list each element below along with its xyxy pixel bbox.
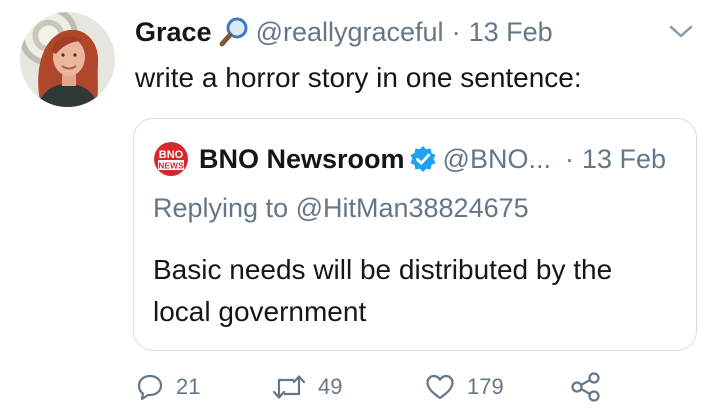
quote-author-handle[interactable]: @BNO... <box>443 142 551 176</box>
quote-text: Basic needs will be distributed by the l… <box>153 254 613 327</box>
quote-header: BNO NEWS BNO Newsroom @BNO... · 13 Feb <box>153 141 666 177</box>
search-icon <box>218 15 252 49</box>
replying-to[interactable]: Replying to @HitMan38824675 <box>153 191 529 225</box>
avatar[interactable] <box>20 12 115 107</box>
bno-logo-icon: BNO NEWS <box>154 142 188 176</box>
quote-author-name[interactable]: BNO Newsroom <box>199 142 405 176</box>
bno-logo-text-bottom: NEWS <box>158 161 184 171</box>
verified-badge-icon <box>410 146 436 172</box>
quote-separator-dot: · <box>564 144 574 174</box>
retweet-icon <box>272 375 306 399</box>
avatar-image <box>38 30 99 107</box>
reply-count: 21 <box>176 374 201 399</box>
reply-button[interactable]: 21 <box>136 370 200 404</box>
author-name[interactable]: Grace <box>135 14 212 50</box>
tweet-text: write a horror story in one sentence: <box>135 62 582 93</box>
like-button[interactable]: 179 <box>425 370 504 404</box>
author-handle[interactable]: @reallygraceful <box>256 14 444 50</box>
retweet-button[interactable]: 49 <box>272 370 342 404</box>
retweet-count: 49 <box>318 374 343 399</box>
bno-logo-text-top: BNO <box>159 149 184 161</box>
reply-icon <box>137 374 163 401</box>
like-count: 179 <box>467 374 504 399</box>
share-icon <box>571 372 600 402</box>
tweet-date[interactable]: 13 Feb <box>469 14 553 50</box>
separator-dot: · <box>451 17 461 47</box>
tweet-header: Grace @reallygraceful · 13 Feb <box>135 14 553 50</box>
quote-date[interactable]: 13 Feb <box>582 142 666 176</box>
heart-icon <box>426 374 454 400</box>
share-button[interactable] <box>569 370 615 404</box>
chevron-down-icon[interactable] <box>668 20 694 42</box>
quoted-tweet-card[interactable]: BNO NEWS BNO Newsroom @BNO... · 13 Feb R… <box>133 118 697 351</box>
